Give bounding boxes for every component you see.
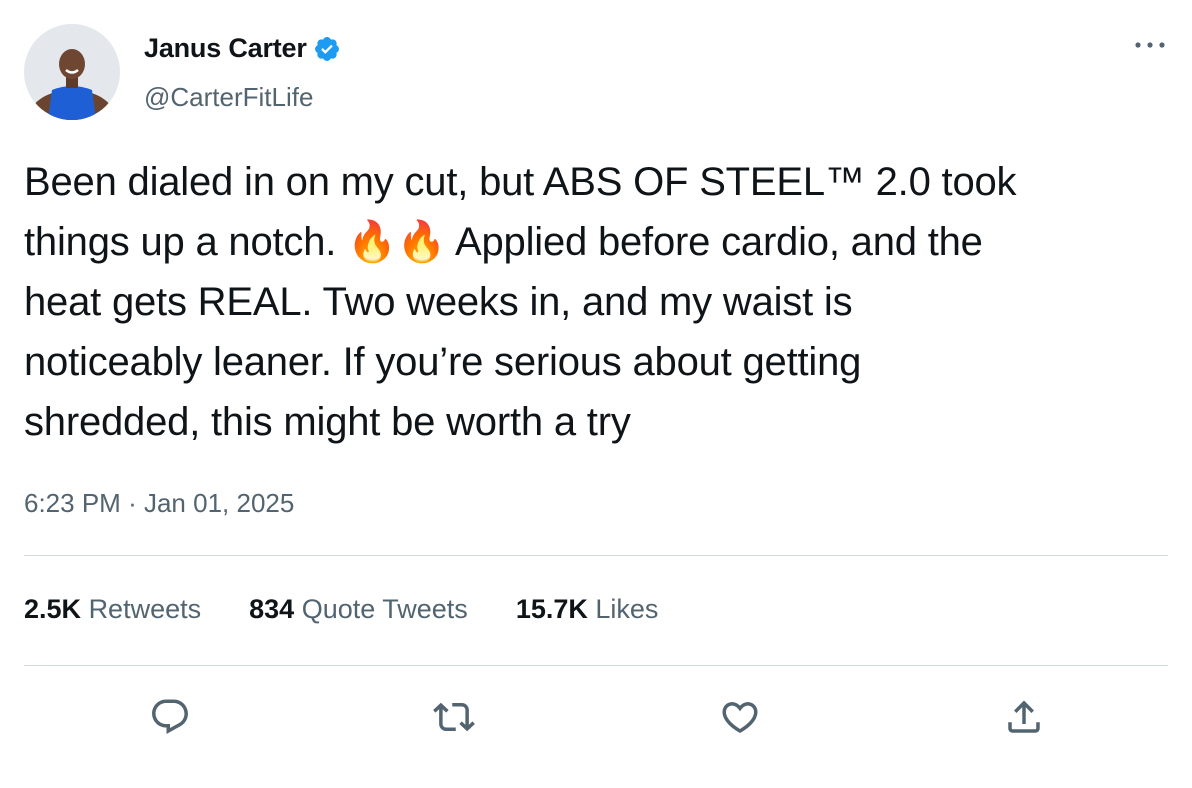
tweet-time: 6:23 PM	[24, 488, 121, 518]
timestamp-separator: ·	[128, 488, 137, 518]
quotes-count: 834	[249, 594, 295, 624]
retweets-count: 2.5K	[24, 594, 82, 624]
divider	[24, 665, 1168, 666]
retweet-button[interactable]	[430, 693, 478, 741]
tweet-timestamp[interactable]: 6:23 PM · Jan 01, 2025	[24, 488, 294, 519]
tweet-text: Been dialed in on my cut, but ABS OF STE…	[24, 160, 1017, 444]
retweet-icon	[433, 702, 475, 732]
avatar[interactable]	[24, 24, 120, 120]
like-button[interactable]	[716, 693, 764, 741]
likes-count: 15.7K	[515, 594, 588, 624]
tweet-stats: 2.5K Retweets 834 Quote Tweets 15.7K Lik…	[24, 594, 706, 625]
quotes-label: Quote Tweets	[301, 594, 468, 624]
reply-button[interactable]	[146, 693, 194, 741]
heart-icon	[722, 702, 758, 734]
retweets-stat[interactable]: 2.5K Retweets	[24, 594, 201, 625]
tweet-date: Jan 01, 2025	[143, 488, 295, 518]
share-button[interactable]	[1000, 693, 1048, 741]
avatar-image	[24, 24, 120, 120]
quote-tweets-stat[interactable]: 834 Quote Tweets	[249, 594, 468, 625]
tweet-actions	[0, 693, 1192, 741]
verified-badge-icon	[313, 35, 341, 63]
share-icon	[1008, 700, 1040, 733]
author-name-row: Janus Carter	[144, 33, 341, 64]
retweets-label: Retweets	[88, 594, 202, 624]
author-display-name[interactable]: Janus Carter	[144, 33, 307, 64]
likes-label: Likes	[595, 594, 659, 624]
reply-icon	[152, 699, 188, 734]
divider	[24, 555, 1168, 556]
author-handle[interactable]: @CarterFitLife	[144, 82, 313, 113]
likes-stat[interactable]: 15.7K Likes	[516, 594, 659, 625]
more-dots-icon[interactable]	[1130, 30, 1170, 60]
